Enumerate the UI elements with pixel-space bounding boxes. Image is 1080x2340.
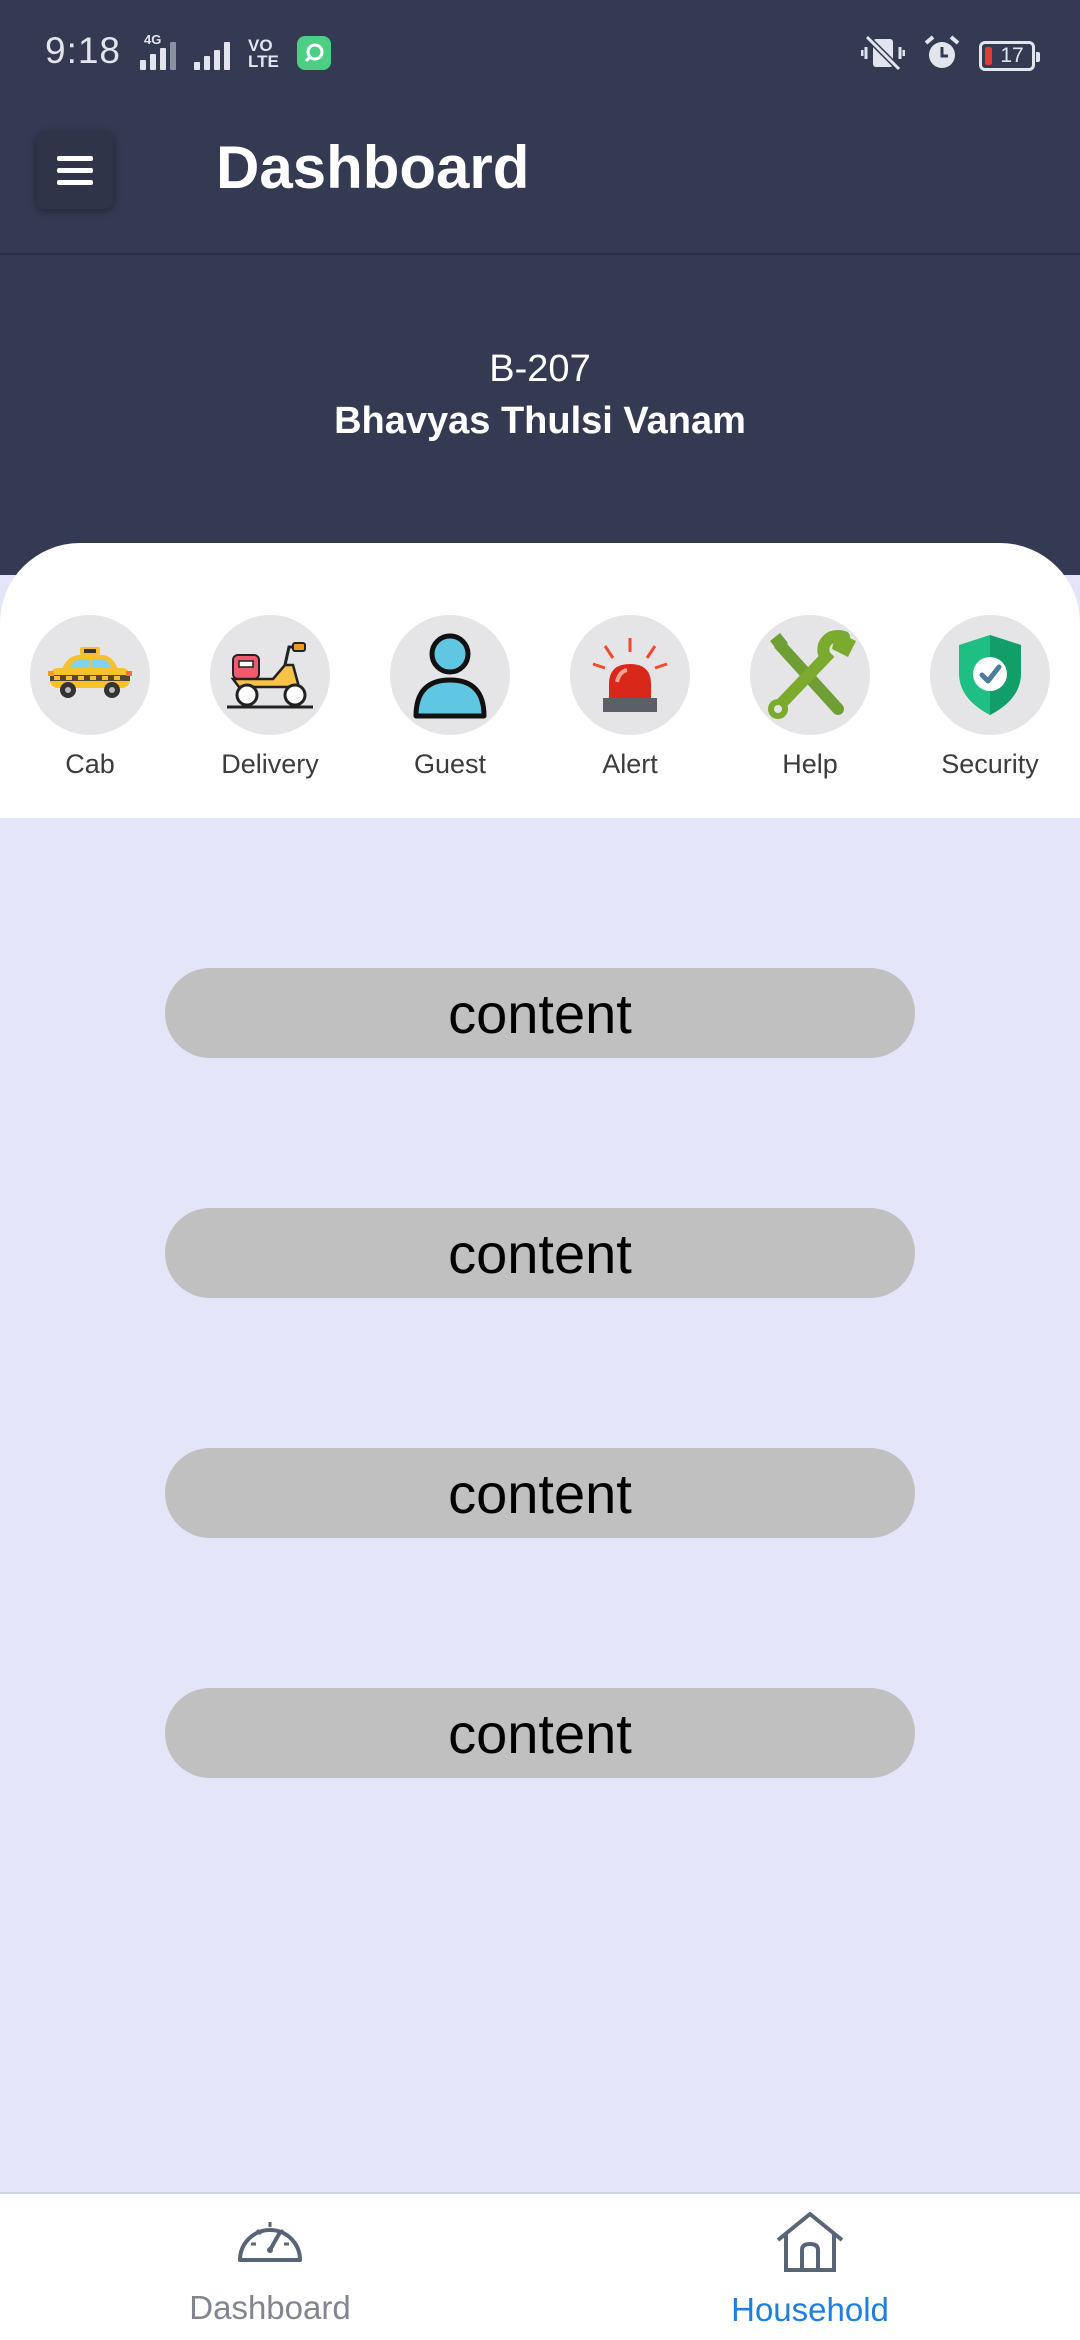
nav-label-household: Household bbox=[731, 2291, 889, 2328]
content-item[interactable]: content bbox=[165, 1208, 915, 1298]
quick-action-security[interactable]: Security bbox=[910, 615, 1070, 805]
delivery-scooter-icon bbox=[210, 615, 330, 735]
status-left-icons: 4G VO LTE bbox=[140, 32, 331, 71]
taxi-icon bbox=[30, 615, 150, 735]
battery-level-fill bbox=[985, 46, 992, 65]
quick-action-alert[interactable]: Alert bbox=[550, 615, 710, 805]
app-bar: Dashboard bbox=[0, 105, 1080, 255]
status-time: 9:18 bbox=[45, 30, 122, 71]
quick-action-label: Security bbox=[941, 749, 1039, 779]
quick-action-help[interactable]: Help bbox=[730, 615, 890, 805]
vibrate-off-icon bbox=[860, 34, 906, 76]
unit-number: B-207 bbox=[489, 348, 591, 390]
signal-icon: 4G bbox=[140, 32, 176, 70]
quick-actions-panel: Cab Delivery Guest Alert Help Security bbox=[0, 543, 1080, 818]
volte-label-bottom: LTE bbox=[248, 52, 279, 71]
person-icon bbox=[390, 615, 510, 735]
battery-icon: 17 bbox=[979, 40, 1040, 71]
society-name: Bhavyas Thulsi Vanam bbox=[334, 400, 746, 442]
nav-item-dashboard[interactable]: Dashboard bbox=[120, 2210, 420, 2340]
siren-icon bbox=[570, 615, 690, 735]
quick-action-label: Delivery bbox=[221, 749, 319, 779]
status-bar: 9:18 4G VO LTE 17 bbox=[0, 0, 1080, 105]
content-item[interactable]: content bbox=[165, 1688, 915, 1778]
tools-icon bbox=[750, 615, 870, 735]
battery-level-text: 17 bbox=[1000, 43, 1024, 67]
bottom-navigation: Dashboard Household bbox=[0, 2192, 1080, 2340]
volte-icon: VO LTE bbox=[248, 37, 279, 71]
quick-action-label: Guest bbox=[413, 749, 487, 779]
content-item[interactable]: content bbox=[165, 1448, 915, 1538]
quick-action-delivery[interactable]: Delivery bbox=[190, 615, 350, 805]
hamburger-menu-icon[interactable] bbox=[36, 131, 114, 209]
speedometer-icon bbox=[235, 2210, 305, 2275]
app-notification-icon bbox=[296, 36, 331, 70]
status-right-icons: 17 bbox=[860, 34, 1040, 77]
quick-action-label: Help bbox=[782, 749, 838, 779]
network-type-label: 4G bbox=[144, 32, 162, 47]
page-title: Dashboard bbox=[216, 134, 530, 201]
nav-label-dashboard: Dashboard bbox=[189, 2289, 351, 2326]
quick-action-guest[interactable]: Guest bbox=[370, 615, 530, 805]
quick-action-cab[interactable]: Cab bbox=[10, 615, 170, 805]
alarm-icon bbox=[923, 34, 961, 77]
nav-item-household[interactable]: Household bbox=[660, 2210, 960, 2340]
content-item[interactable]: content bbox=[165, 968, 915, 1058]
signal-icon bbox=[194, 38, 230, 70]
shield-check-icon bbox=[930, 615, 1050, 735]
flat-header: B-207 Bhavyas Thulsi Vanam bbox=[0, 255, 1080, 575]
quick-action-label: Alert bbox=[602, 749, 658, 779]
quick-action-label: Cab bbox=[65, 749, 115, 779]
home-icon bbox=[774, 2210, 846, 2277]
